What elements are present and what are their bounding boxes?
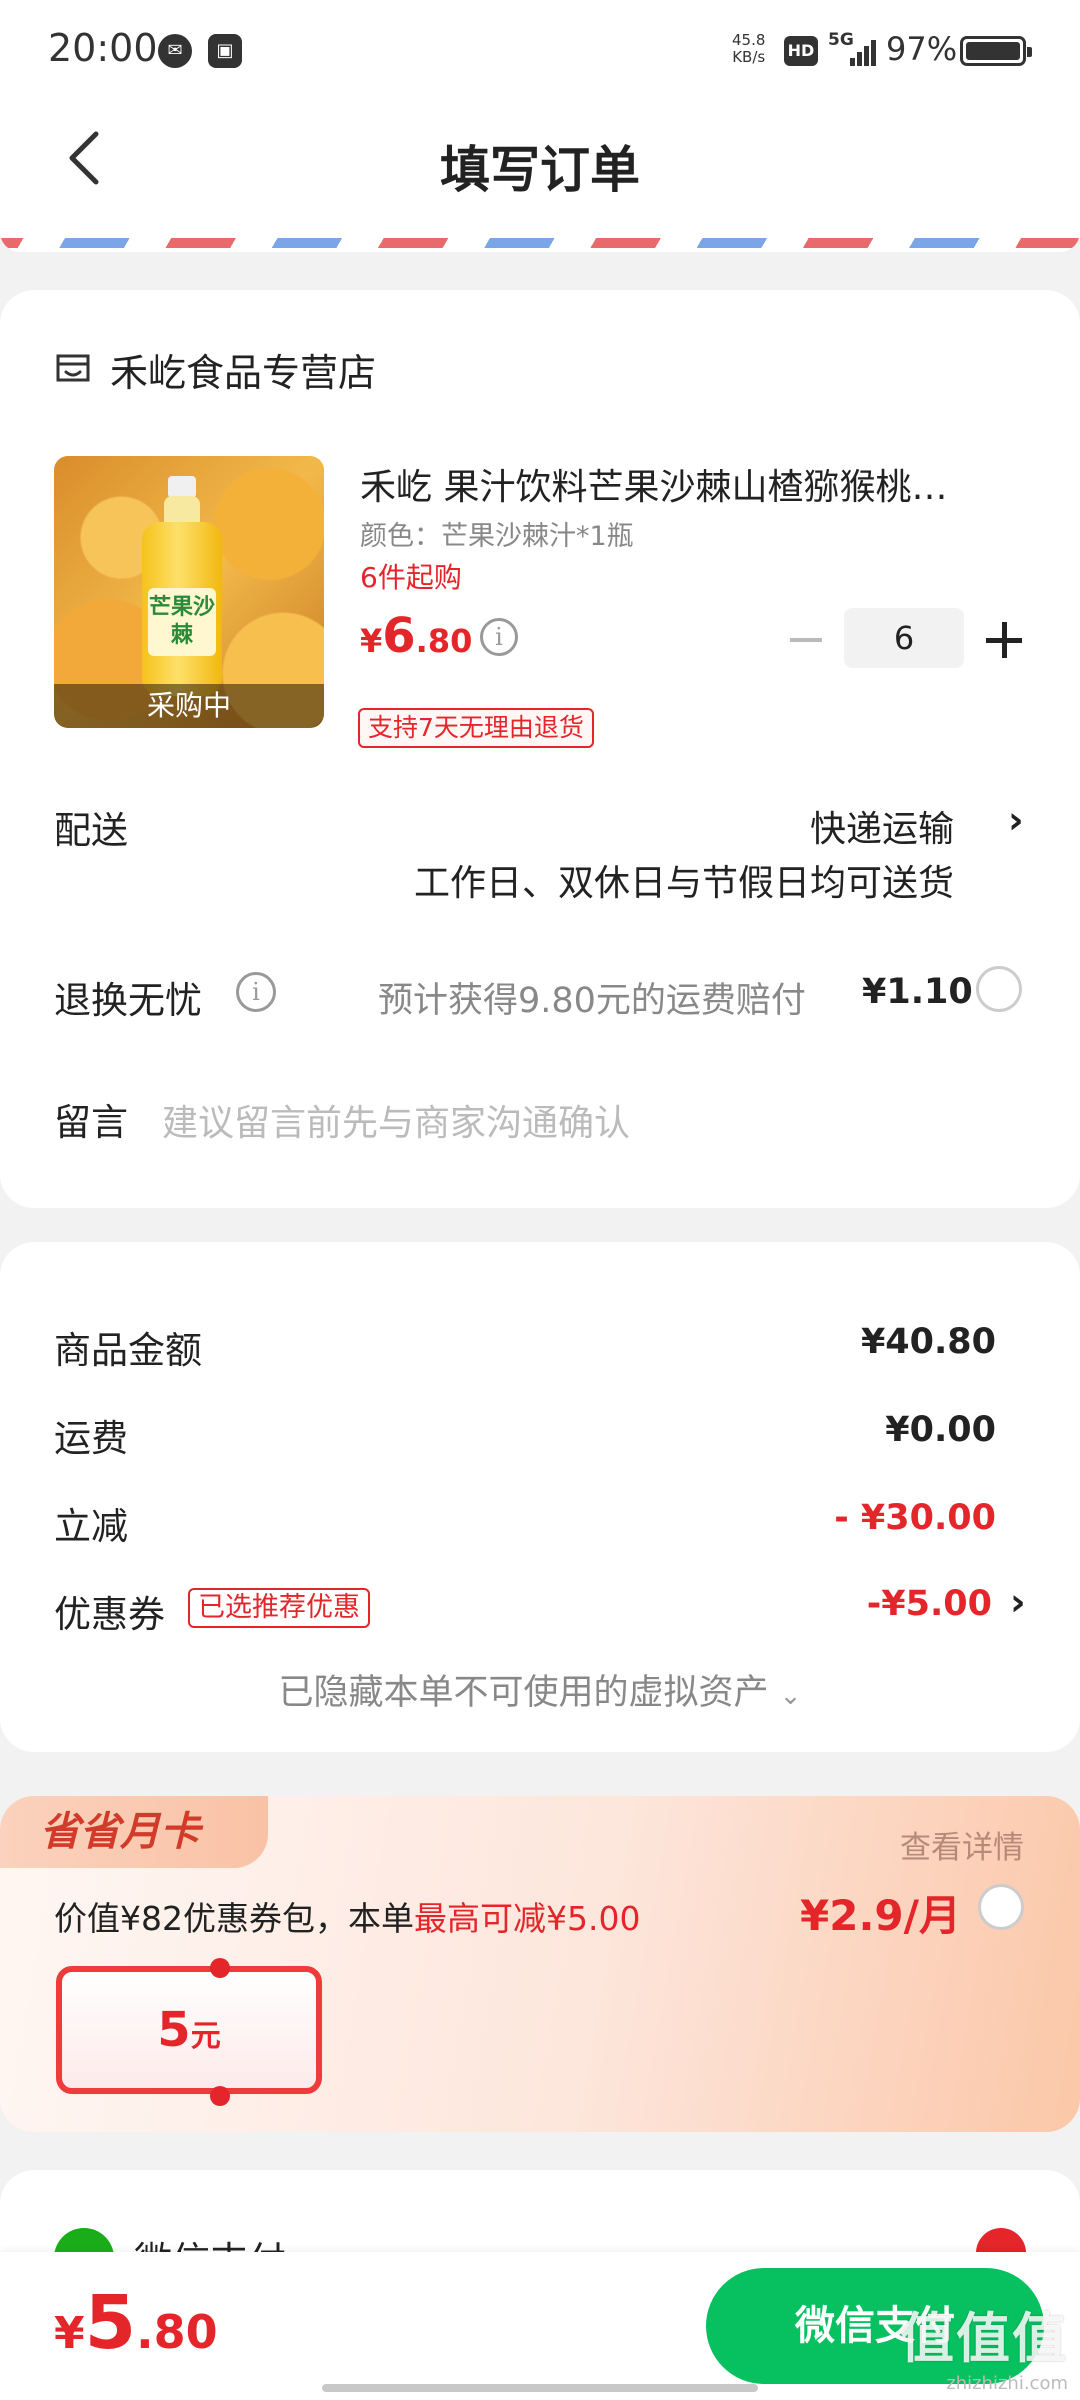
goods-amount-label: 商品金额 (54, 1329, 202, 1372)
monthly-card-coupon: 5元 (56, 1966, 322, 2094)
instant-discount-label: 立减 (54, 1505, 128, 1548)
return-insurance-text: 预计获得9.80元的运费赔付 (378, 981, 806, 1021)
coupon-recommended-tag: 已选推荐优惠 (188, 1588, 370, 1628)
coupon-notch-bottom (210, 2086, 230, 2106)
hd-icon: HD (784, 36, 818, 66)
status-bar: 20:00 ✉ ▣ 45.8 KB/s HD 5G 97% (0, 0, 1080, 100)
return-insurance-label: 退换无忧 (54, 979, 202, 1022)
watermark-main: 值值值 (900, 2307, 1068, 2370)
product-image-badge: 采购中 (54, 684, 324, 728)
battery-icon (960, 36, 1032, 66)
order-total: ¥5.80 (54, 2280, 218, 2366)
view-details-link[interactable]: 查看详情 (900, 1822, 1024, 1867)
juice-bottle-image: 芒果沙棘 (142, 476, 222, 696)
monthly-card-offer[interactable]: 省省月卡 查看详情 价值¥82优惠券包，本单最高可减¥5.00 ¥2.9/月 5… (0, 1796, 1080, 2132)
product-price: ¥6.80 (360, 608, 472, 664)
price-currency: ¥ (360, 622, 383, 660)
shipping-fee-value: ¥0.00 (885, 1410, 996, 1450)
delivery-method[interactable]: 快递运输 (810, 800, 954, 852)
total-currency: ¥ (54, 2308, 85, 2359)
wechat-notification-icon: ✉ (158, 34, 192, 68)
monthly-card-desc-highlight: 最高可减¥5.00 (414, 1899, 641, 1938)
message-label: 留言 (54, 1101, 128, 1144)
return-policy-tag: 支持7天无理由退货 (358, 708, 594, 748)
network-speed-value: 45.8 (732, 31, 766, 49)
quantity-increase-button[interactable] (984, 620, 1024, 660)
airmail-border (0, 232, 1080, 252)
signal-icon (850, 38, 878, 66)
goods-amount-value: ¥40.80 (860, 1322, 996, 1362)
delivery-note: 工作日、双休日与节假日均可送货 (413, 863, 954, 904)
network-speed-unit: KB/s (732, 48, 766, 66)
hidden-assets-toggle[interactable]: 已隐藏本单不可使用的虚拟资产 ⌄ (0, 1664, 1080, 1715)
price-integer: 6 (382, 608, 416, 664)
instant-discount-value: - ¥30.00 (834, 1498, 996, 1538)
store-name[interactable]: 禾屹食品专营店 (110, 342, 376, 397)
monthly-card-price: ¥2.9/月 (800, 1891, 961, 1940)
battery-percent: 97% (886, 30, 958, 68)
product-image[interactable]: 芒果沙棘 采购中 (54, 456, 324, 728)
coupon-notch-top (210, 1958, 230, 1978)
price-decimal: .80 (415, 622, 473, 660)
store-icon (56, 354, 90, 382)
order-card (0, 290, 1080, 1208)
delivery-chevron-icon[interactable]: › (1008, 798, 1024, 842)
shipping-fee-label: 运费 (54, 1417, 128, 1460)
coupon-unit: 元 (190, 2019, 221, 2054)
return-insurance-price: ¥1.10 (862, 972, 973, 1012)
monthly-card-description: 价值¥82优惠券包，本单最高可减¥5.00 (54, 1892, 640, 1940)
delivery-label: 配送 (54, 809, 128, 852)
monthly-card-badge: 省省月卡 (0, 1796, 268, 1868)
monthly-card-radio[interactable] (978, 1884, 1024, 1930)
chevron-down-icon: ⌄ (779, 1681, 802, 1711)
total-decimal: .80 (136, 2305, 218, 2359)
total-integer: 5 (84, 2280, 137, 2366)
product-title[interactable]: 禾屹 果汁饮料芒果沙棘山楂猕猴桃… (360, 458, 1000, 510)
home-indicator[interactable] (322, 2384, 758, 2392)
coupon-amount: 5 (157, 2002, 191, 2058)
page-title: 填写订单 (440, 141, 640, 199)
watermark: 值值值 zhizhizhi.com (900, 2294, 1068, 2394)
return-insurance-radio[interactable] (976, 966, 1022, 1012)
minimum-quantity: 6件起购 (360, 561, 462, 594)
bottle-label: 芒果沙棘 (148, 588, 216, 656)
return-insurance-info-icon[interactable]: i (236, 972, 276, 1012)
network-speed: 45.8 KB/s (732, 32, 765, 66)
quantity-decrease-button[interactable] (788, 620, 824, 660)
message-input[interactable]: 建议留言前先与商家沟通确认 (162, 1094, 630, 1146)
quantity-input[interactable]: 6 (844, 608, 964, 668)
status-time: 20:00 (48, 26, 158, 70)
nav-bar: 填写订单 (0, 100, 1080, 240)
price-info-icon[interactable]: i (480, 618, 518, 656)
coupon-chevron-icon[interactable]: › (1010, 1580, 1026, 1624)
monthly-card-desc-prefix: 价值¥82优惠券包，本单 (54, 1899, 414, 1938)
hidden-assets-text: 已隐藏本单不可使用的虚拟资产 (278, 1673, 769, 1713)
coupon-label: 优惠券 (54, 1593, 165, 1636)
watermark-sub: zhizhizhi.com (946, 2373, 1068, 2394)
coupon-value[interactable]: -¥5.00 (867, 1584, 992, 1624)
message-notification-icon: ▣ (208, 34, 242, 68)
product-spec[interactable]: 颜色：芒果沙棘汁*1瓶 (360, 514, 634, 553)
